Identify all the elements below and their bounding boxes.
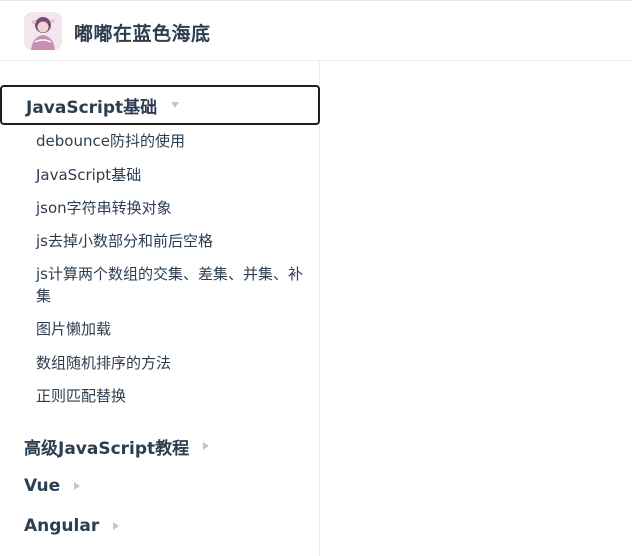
chevron-right-icon [113,522,120,530]
sidebar-group-label: Angular [24,516,100,536]
avatar-logo-icon[interactable] [24,12,62,50]
sidebar-group-label: 高级JavaScript教程 [24,438,190,459]
sidebar-group-label: JavaScript基础 [26,97,158,118]
sidebar-link-regex-replace[interactable]: 正则匹配替换 [36,385,306,407]
navbar: 嘟嘟在蓝色海底 [0,0,632,61]
chevron-right-icon [203,442,210,450]
sidebar-link-debounce[interactable]: debounce防抖的使用 [36,130,306,152]
chevron-right-icon [74,482,81,490]
sidebar-link-json-to-object[interactable]: json字符串转换对象 [36,197,306,219]
sidebar-group-javascript-basics[interactable]: JavaScript基础 [0,85,320,125]
sidebar-link-lazy-load-images[interactable]: 图片懒加载 [36,318,306,340]
sidebar-link-remove-decimal-trim[interactable]: js去掉小数部分和前后空格 [36,230,306,252]
site-title[interactable]: 嘟嘟在蓝色海底 [74,19,211,46]
sidebar-group-vue[interactable]: Vue [0,466,320,506]
chevron-down-icon [171,102,180,108]
sidebar-group-label: Vue [24,476,61,496]
sidebar-link-javascript-basics[interactable]: JavaScript基础 [36,164,306,186]
sidebar-link-array-set-ops[interactable]: js计算两个数组的交集、差集、并集、补集 [36,263,306,307]
sidebar-group-angular[interactable]: Angular [0,506,320,546]
main-content [321,61,632,556]
sidebar-link-array-shuffle[interactable]: 数组随机排序的方法 [36,352,306,374]
sidebar: JavaScript基础 debounce防抖的使用 JavaScript基础 … [0,61,320,556]
sidebar-group-advanced-javascript[interactable]: 高级JavaScript教程 [0,426,320,466]
